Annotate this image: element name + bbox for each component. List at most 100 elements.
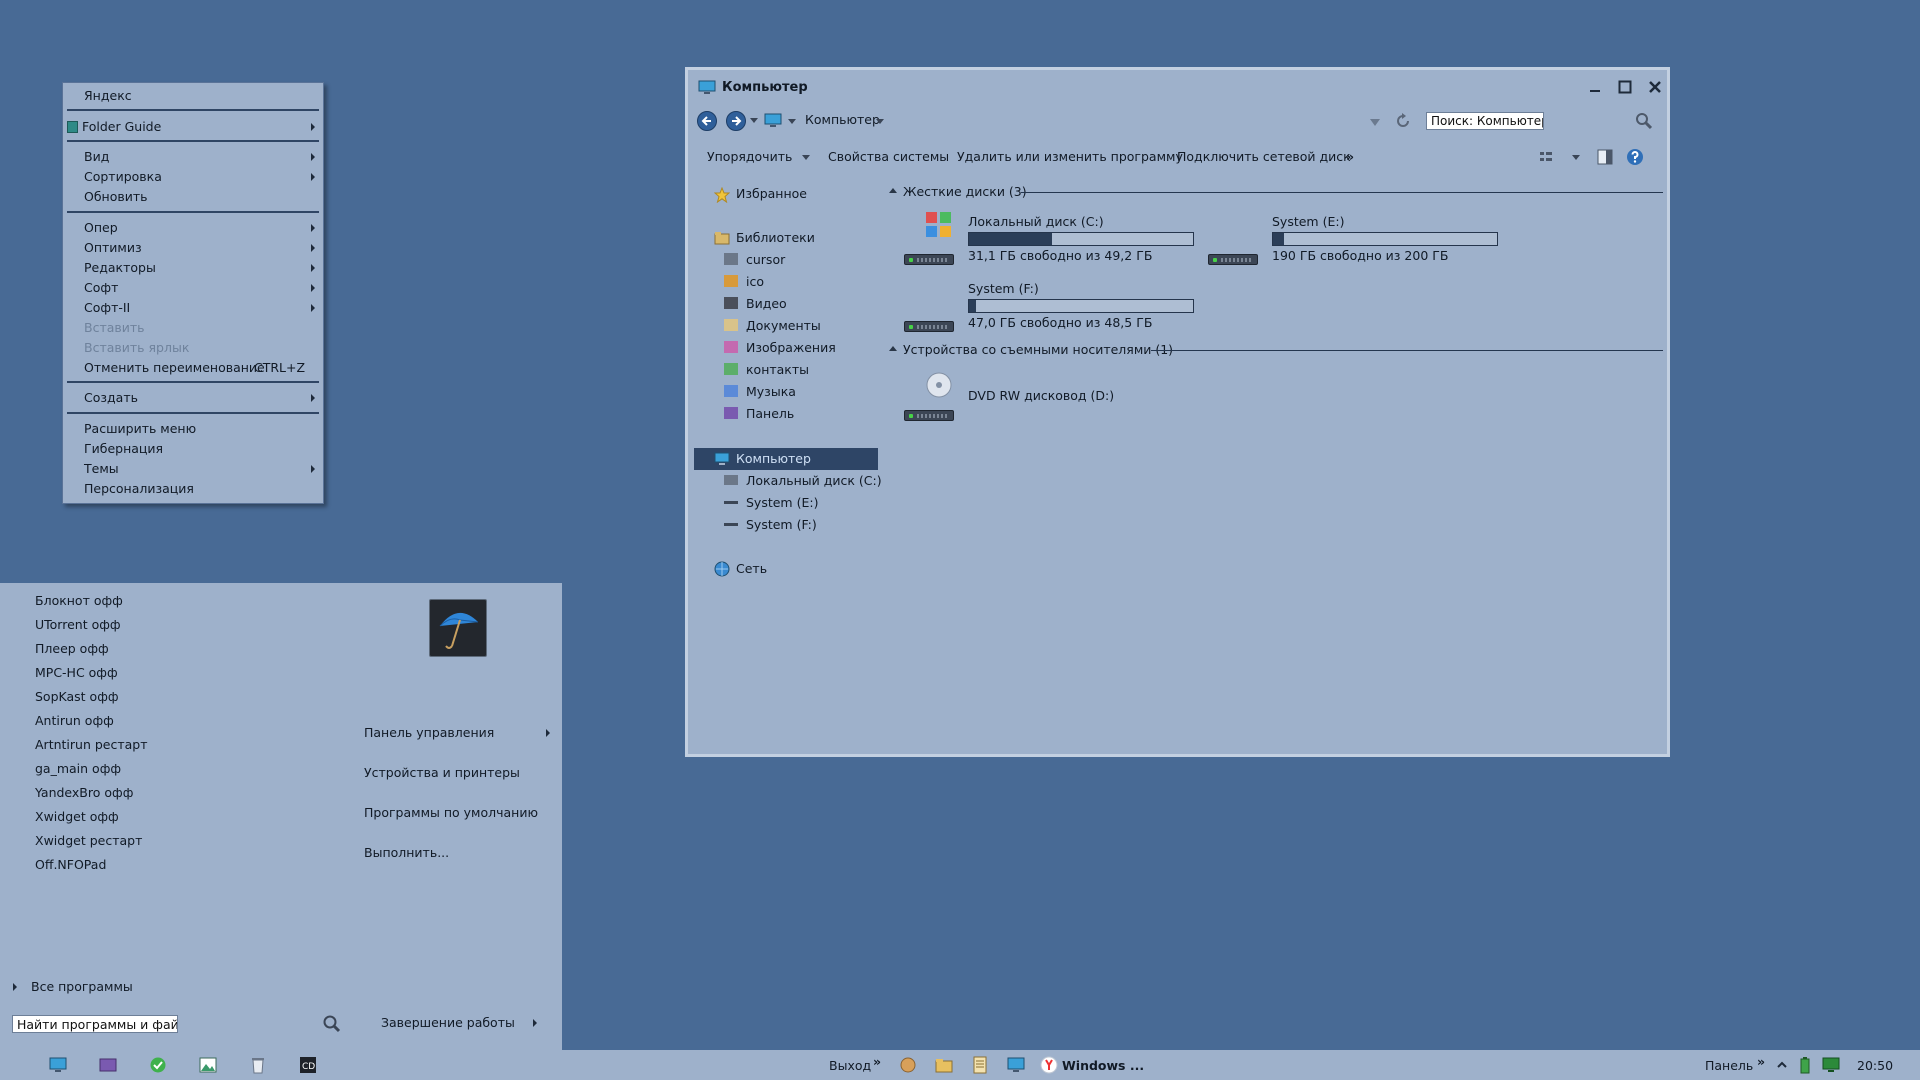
system-properties-button[interactable]: Свойства системы — [828, 149, 949, 164]
drive-name[interactable]: System (F:) — [968, 281, 1039, 296]
search-icon[interactable] — [1635, 112, 1653, 130]
history-dropdown-icon[interactable] — [750, 118, 758, 124]
start-program-item[interactable]: Antirun офф — [35, 711, 114, 731]
notepad-icon[interactable] — [971, 1056, 989, 1074]
nav-library-item[interactable]: контакты — [746, 360, 809, 380]
start-program-item[interactable]: Xwidget рестарт — [35, 831, 142, 851]
menu-item-hibernate[interactable]: Гибернация — [84, 439, 163, 459]
nav-drive-item[interactable]: System (E:) — [746, 493, 818, 513]
menu-item-refresh[interactable]: Обновить — [84, 187, 148, 207]
drive-name[interactable]: Локальный диск (C:) — [968, 214, 1104, 229]
battery-icon[interactable] — [1796, 1056, 1814, 1074]
recycle-bin-icon[interactable] — [249, 1056, 267, 1074]
minimize-button[interactable] — [1584, 76, 1606, 98]
start-program-item[interactable]: Плеер офф — [35, 639, 109, 659]
menu-item-folder-guide[interactable]: Folder Guide — [67, 117, 161, 137]
menu-item-optimiz[interactable]: Оптимиз — [84, 238, 142, 258]
start-program-item[interactable]: Artntirun рестарт — [35, 735, 148, 755]
all-programs-button[interactable]: Все программы — [31, 977, 133, 997]
close-button[interactable] — [1644, 76, 1666, 98]
start-program-item[interactable]: Блокнот офф — [35, 591, 123, 611]
start-program-item[interactable]: YandexBro офф — [35, 783, 133, 803]
forward-button[interactable] — [726, 111, 746, 131]
computer-icon[interactable] — [49, 1056, 67, 1074]
nav-network[interactable]: Сеть — [736, 559, 767, 579]
help-icon[interactable] — [1626, 148, 1644, 166]
address-dropdown-icon[interactable] — [1370, 119, 1380, 127]
quick-launch-overflow[interactable]: » — [873, 1054, 881, 1069]
cd-burner-icon[interactable]: CD — [299, 1056, 317, 1074]
address-breadcrumb[interactable]: Компьютер — [805, 112, 880, 127]
nav-libraries[interactable]: Библиотеки — [736, 228, 815, 248]
breadcrumb-dropdown-icon[interactable] — [876, 119, 884, 125]
menu-item-yandex[interactable]: Яндекс — [84, 86, 132, 106]
nav-library-item[interactable]: Документы — [746, 316, 821, 336]
menu-item-soft[interactable]: Софт — [84, 278, 118, 298]
menu-item-themes[interactable]: Темы — [84, 459, 119, 479]
drive-name[interactable]: System (E:) — [1272, 214, 1344, 229]
menu-item-personalize[interactable]: Персонализация — [84, 479, 194, 499]
start-program-item[interactable]: SopKast офф — [35, 687, 119, 707]
tray-overflow-button[interactable]: » — [1757, 1054, 1765, 1069]
app-icon[interactable] — [899, 1056, 917, 1074]
nav-computer[interactable]: Компьютер — [736, 449, 811, 469]
folder-icon[interactable] — [935, 1056, 953, 1074]
control-panel-link[interactable]: Панель управления — [364, 723, 494, 743]
start-program-item[interactable]: MPC-HC офф — [35, 663, 118, 683]
map-network-drive-button[interactable]: Подключить сетевой диск — [1177, 149, 1351, 164]
show-hidden-icons-icon[interactable] — [1773, 1056, 1791, 1074]
nav-drive-item[interactable]: Локальный диск (C:) — [746, 471, 882, 491]
collapse-group-icon[interactable] — [889, 346, 897, 352]
explorer-search-input[interactable] — [1426, 112, 1544, 130]
search-icon[interactable] — [322, 1014, 342, 1034]
devices-printers-link[interactable]: Устройства и принтеры — [364, 763, 520, 783]
run-link[interactable]: Выполнить... — [364, 843, 449, 863]
exit-button[interactable]: Выход — [829, 1058, 871, 1073]
default-programs-link[interactable]: Программы по умолчанию — [364, 803, 538, 823]
start-search-input[interactable] — [12, 1015, 178, 1033]
toolbar-overflow-button[interactable]: » — [1346, 149, 1354, 164]
start-program-item[interactable]: UTorrent офф — [35, 615, 121, 635]
menu-item-soft-ii[interactable]: Софт-II — [84, 298, 130, 318]
menu-item-undo-rename[interactable]: Отменить переименование — [84, 358, 265, 378]
nav-favorites[interactable]: Избранное — [736, 184, 807, 204]
uninstall-program-button[interactable]: Удалить или изменить программу — [957, 149, 1183, 164]
breadcrumb-dropdown-icon[interactable] — [788, 119, 796, 125]
start-program-item[interactable]: ga_main офф — [35, 759, 121, 779]
collapse-group-icon[interactable] — [889, 188, 897, 194]
network-status-icon[interactable] — [1822, 1056, 1840, 1074]
menu-item-extend[interactable]: Расширить меню — [84, 419, 196, 439]
view-options-icon[interactable] — [1539, 150, 1553, 164]
menu-item-view[interactable]: Вид — [84, 147, 109, 167]
menu-item-oper[interactable]: Опер — [84, 218, 118, 238]
view-dropdown-icon[interactable] — [1572, 155, 1580, 161]
group-header-hard-disks[interactable]: Жесткие диски (3) — [903, 184, 1027, 199]
menu-item-sort[interactable]: Сортировка — [84, 167, 162, 187]
start-program-item[interactable]: Off.NFOPad — [35, 855, 106, 875]
nav-library-item[interactable]: ico — [746, 272, 764, 292]
shield-check-icon[interactable] — [149, 1056, 167, 1074]
back-button[interactable] — [697, 111, 717, 131]
refresh-icon[interactable] — [1394, 112, 1412, 130]
menu-item-create[interactable]: Создать — [84, 388, 138, 408]
user-avatar[interactable] — [429, 599, 487, 657]
group-header-removable[interactable]: Устройства со съемными носителями (1) — [903, 342, 1173, 357]
shutdown-button[interactable]: Завершение работы — [381, 1013, 515, 1033]
taskbar-window-button[interactable]: Windows ... — [1040, 1056, 1144, 1074]
start-program-item[interactable]: Xwidget офф — [35, 807, 119, 827]
menu-item-editors[interactable]: Редакторы — [84, 258, 156, 278]
nav-library-item[interactable]: Изображения — [746, 338, 836, 358]
nav-library-item[interactable]: Панель — [746, 404, 794, 424]
shutdown-options-icon[interactable] — [533, 1019, 537, 1027]
preview-pane-icon[interactable] — [1597, 149, 1613, 165]
panel-toolbar-label[interactable]: Панель — [1705, 1058, 1753, 1073]
nav-drive-item[interactable]: System (F:) — [746, 515, 817, 535]
clock[interactable]: 20:50 — [1857, 1058, 1893, 1073]
panel-icon[interactable] — [99, 1056, 117, 1074]
maximize-button[interactable] — [1614, 76, 1636, 98]
organize-button[interactable]: Упорядочить — [707, 149, 811, 164]
nav-library-item[interactable]: Музыка — [746, 382, 796, 402]
drive-name[interactable]: DVD RW дисковод (D:) — [968, 388, 1114, 403]
nav-library-item[interactable]: Видео — [746, 294, 787, 314]
nav-library-item[interactable]: cursor — [746, 250, 785, 270]
